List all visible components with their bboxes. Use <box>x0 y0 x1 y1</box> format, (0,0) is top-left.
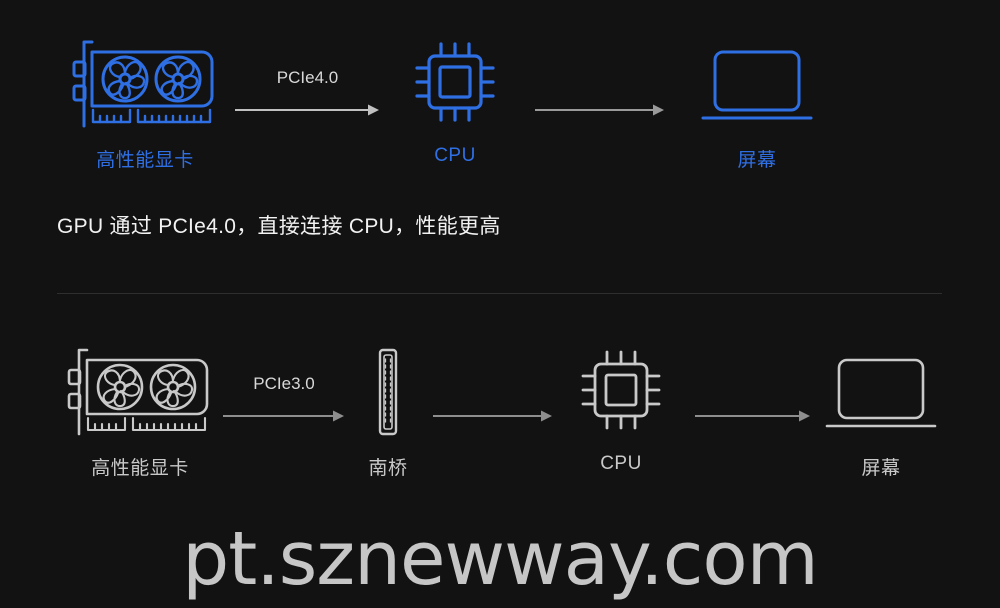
node-cpu-top: CPU <box>385 38 525 167</box>
gpu-card-icon <box>55 38 235 135</box>
connector-southbridge-to-cpu <box>433 378 553 428</box>
node-label-screen-bottom: 屏幕 <box>861 458 901 479</box>
cpu-chip-icon <box>551 346 691 443</box>
node-label-cpu-top: CPU <box>434 145 476 166</box>
node-label-gpu-top: 高性能显卡 <box>96 150 194 171</box>
node-label-southbridge: 南桥 <box>368 458 408 479</box>
pcie4-flow: 高性能显卡 PCIe4.0 CPU 屏幕 <box>55 30 945 172</box>
pcie4-flow-row: 高性能显卡 PCIe4.0 CPU 屏幕 GPU 通过 PCIe4.0，直接连接… <box>0 0 1000 290</box>
node-gpu-top: 高性能显卡 <box>55 38 235 172</box>
node-cpu-bottom: CPU <box>551 346 691 475</box>
pcie3-flow: 高性能显卡 PCIe3.0 南桥 CPU 屏幕 <box>55 338 945 480</box>
arrow-right-icon <box>235 103 380 122</box>
connector-gpu-to-cpu-top: PCIe4.0 <box>235 68 380 122</box>
connector-label-pcie30: PCIe3.0 <box>253 374 315 393</box>
node-label-gpu-bottom: 高性能显卡 <box>91 458 189 479</box>
node-screen-top: 屏幕 <box>667 38 847 172</box>
connector-cpu-to-screen-bottom <box>695 378 811 428</box>
southbridge-slot-icon <box>343 346 433 443</box>
arrow-right-icon <box>433 409 553 428</box>
node-label-screen-top: 屏幕 <box>737 150 777 171</box>
node-label-cpu-bottom: CPU <box>600 453 642 474</box>
pcie4-caption: GPU 通过 PCIe4.0，直接连接 CPU，性能更高 <box>57 215 501 238</box>
diagram-canvas: 高性能显卡 PCIe4.0 CPU 屏幕 GPU 通过 PCIe4.0，直接连接… <box>0 0 1000 608</box>
arrow-right-icon <box>535 103 665 122</box>
watermark-text: pt.sznewway.com <box>182 516 819 602</box>
node-gpu-bottom: 高性能显卡 <box>55 346 225 480</box>
connector-label-pcie40: PCIe4.0 <box>276 68 339 87</box>
connector-cpu-to-screen-top <box>535 72 665 122</box>
arrow-right-icon <box>695 409 811 428</box>
laptop-screen-icon <box>667 38 847 135</box>
node-southbridge: 南桥 <box>343 346 433 480</box>
gpu-card-icon <box>55 346 225 443</box>
section-divider <box>57 293 942 294</box>
cpu-chip-icon <box>385 38 525 135</box>
laptop-screen-icon <box>811 346 951 443</box>
connector-gpu-to-southbridge: PCIe3.0 <box>223 374 345 428</box>
arrow-right-icon <box>223 409 345 428</box>
node-screen-bottom: 屏幕 <box>811 346 951 480</box>
